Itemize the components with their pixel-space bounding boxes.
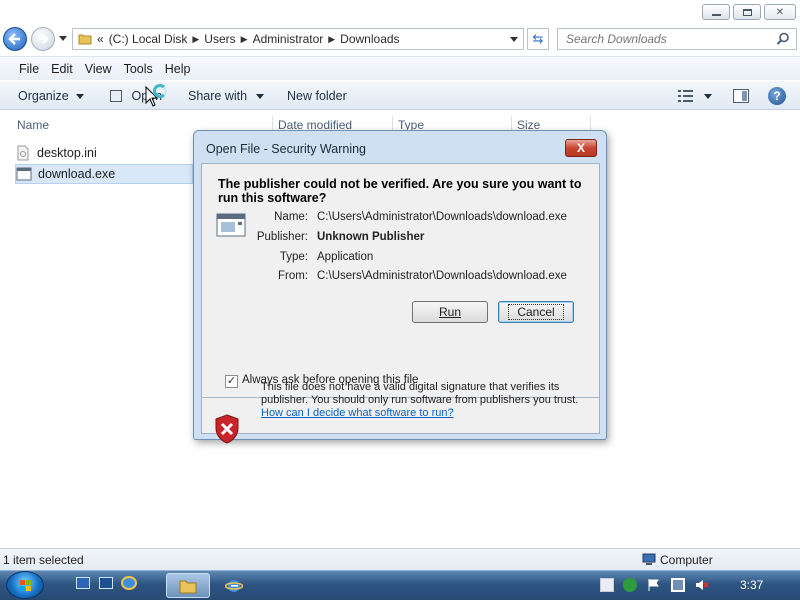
folder-icon <box>78 32 92 49</box>
cancel-button[interactable]: Cancel <box>498 301 574 323</box>
shield-error-icon <box>215 414 239 444</box>
search-icon <box>776 32 789 45</box>
taskbar-internet-explorer-button[interactable] <box>212 573 256 598</box>
breadcrumb-arrow-icon[interactable]: ▶ <box>241 34 248 45</box>
preview-pane-icon <box>742 91 747 101</box>
close-icon: ✕ <box>775 6 785 18</box>
breadcrumb-arrow-icon[interactable]: ▶ <box>192 34 199 45</box>
open-icon <box>110 90 122 102</box>
dialog-close-button[interactable]: X <box>565 139 597 157</box>
folder-icon <box>179 580 197 593</box>
close-window-button[interactable]: ✕ <box>764 4 796 20</box>
warning-question: The publisher could not be verified. Are… <box>218 177 582 205</box>
show-desktop-quicklaunch-icon[interactable] <box>76 577 90 589</box>
type-label: Type: <box>279 251 308 263</box>
address-dropdown-icon[interactable] <box>510 37 518 42</box>
new-folder-label: New folder <box>287 89 347 103</box>
command-bar: Organize Open Share with New folder ? <box>0 81 800 110</box>
from-value: C:\Users\Administrator\Downloads\downloa… <box>317 270 567 282</box>
warning-text: This file does not have a valid digital … <box>261 381 579 406</box>
maximize-button[interactable] <box>733 4 761 20</box>
network-tray-icon[interactable] <box>671 578 685 592</box>
menu-tools[interactable]: Tools <box>118 62 159 76</box>
name-value: C:\Users\Administrator\Downloads\downloa… <box>317 211 567 223</box>
arrow-left-icon <box>8 33 20 45</box>
chevron-down-icon <box>255 94 264 100</box>
back-button[interactable] <box>3 27 27 51</box>
view-list-icon <box>678 90 693 102</box>
from-label: From: <box>277 270 308 282</box>
restore-icon <box>742 8 752 16</box>
menu-help[interactable]: Help <box>159 62 197 76</box>
list-item[interactable]: download.exe <box>15 164 193 184</box>
action-center-flag-icon[interactable] <box>647 578 661 592</box>
location-status: Computer <box>660 553 713 567</box>
view-options-chevron-icon[interactable] <box>704 94 712 99</box>
run-button[interactable]: Run <box>412 301 488 323</box>
warning-message: This file does not have a valid digital … <box>261 381 591 420</box>
forward-button[interactable] <box>31 27 55 51</box>
address-overflow[interactable]: « <box>97 32 104 46</box>
internet-explorer-icon <box>225 579 243 592</box>
menu-bar: File Edit View Tools Help <box>0 56 800 80</box>
address-bar[interactable]: « (C:) Local Disk ▶ Users ▶ Administrato… <box>72 28 524 50</box>
breadcrumb-users[interactable]: Users <box>199 32 240 46</box>
internet-explorer-quicklaunch-icon[interactable] <box>121 576 137 590</box>
clock[interactable]: 3:37 <box>740 578 763 592</box>
menu-edit[interactable]: Edit <box>45 62 79 76</box>
refresh-button[interactable]: ⇆ <box>527 28 549 50</box>
search-input[interactable] <box>558 31 768 47</box>
taskbar-explorer-button[interactable] <box>166 573 210 598</box>
windows-logo-icon <box>20 580 31 591</box>
run-button-label: Run <box>438 305 461 319</box>
security-check-tray-icon[interactable] <box>623 578 637 592</box>
start-button[interactable] <box>6 571 44 599</box>
breadcrumb-administrator[interactable]: Administrator <box>248 32 329 46</box>
computer-icon <box>642 553 656 570</box>
minimize-icon <box>711 13 721 16</box>
file-name: desktop.ini <box>37 146 97 160</box>
recent-pages-chevron-icon[interactable] <box>59 36 67 41</box>
dialog-title: Open File - Security Warning <box>206 142 367 156</box>
share-with-button[interactable]: Share with <box>188 89 264 103</box>
share-with-label: Share with <box>188 89 248 103</box>
status-bar: 1 item selected Computer <box>0 548 800 570</box>
new-folder-button[interactable]: New folder <box>287 89 347 103</box>
column-name[interactable]: Name <box>17 118 49 132</box>
publisher-value: Unknown Publisher <box>317 231 425 243</box>
menu-view[interactable]: View <box>79 62 118 76</box>
help-button[interactable]: ? <box>768 87 786 105</box>
settings-file-icon <box>17 145 29 161</box>
arrow-right-icon <box>38 34 49 44</box>
search-box[interactable] <box>557 28 797 50</box>
menu-file[interactable]: File <box>13 62 45 76</box>
minimize-button[interactable] <box>702 4 730 20</box>
cancel-button-label: Cancel <box>508 304 564 320</box>
how-to-decide-link[interactable]: How can I decide what software to run? <box>261 407 454 419</box>
chevron-down-icon <box>76 94 85 100</box>
breadcrumb-downloads[interactable]: Downloads <box>335 32 404 46</box>
publisher-label: Publisher: <box>256 231 308 243</box>
volume-muted-icon[interactable] <box>695 578 709 592</box>
breadcrumb-local-disk[interactable]: (C:) Local Disk <box>104 32 193 46</box>
organize-label: Organize <box>18 89 69 103</box>
window-titlebar: ✕ <box>0 0 800 27</box>
name-label: Name: <box>274 211 308 223</box>
list-item[interactable]: desktop.ini <box>15 143 195 163</box>
preview-pane-button[interactable] <box>733 89 749 103</box>
busy-spinner-icon <box>153 84 167 98</box>
selection-status: 1 item selected <box>3 553 84 567</box>
file-name: download.exe <box>38 167 116 181</box>
organize-button[interactable]: Organize <box>18 89 85 103</box>
always-ask-checkbox[interactable]: ✓ <box>225 375 238 388</box>
type-value: Application <box>317 251 374 263</box>
document-tray-icon[interactable] <box>600 578 614 592</box>
help-icon: ? <box>773 89 781 103</box>
application-icon <box>16 167 32 181</box>
switch-windows-quicklaunch-icon[interactable] <box>99 577 113 589</box>
change-view-button[interactable] <box>678 90 694 105</box>
close-icon: X <box>576 141 585 155</box>
breadcrumb-arrow-icon[interactable]: ▶ <box>328 34 335 45</box>
refresh-icon: ⇆ <box>532 31 544 46</box>
